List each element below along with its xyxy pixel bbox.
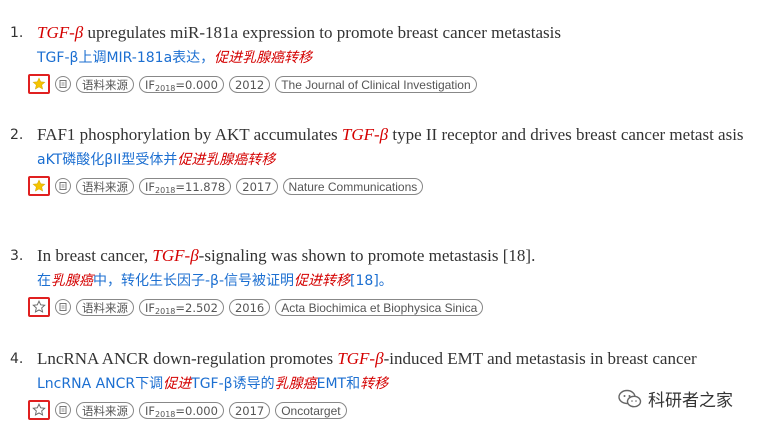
- result-number: 3.: [10, 248, 24, 264]
- title-highlight: TGF-β: [37, 23, 84, 42]
- journal-tag[interactable]: Oncotarget: [275, 401, 347, 419]
- translation-highlight: 促进乳腺癌转移: [177, 152, 276, 168]
- journal-tag[interactable]: The Journal of Clinical Investigation: [275, 75, 477, 93]
- impact-factor-tag: IF2018=0.000: [139, 75, 224, 93]
- source-tag[interactable]: 语料来源: [76, 401, 134, 419]
- translation-highlight: 转移: [360, 376, 389, 392]
- translation-text: 中，转化生长因子-β-信号被证明: [93, 273, 295, 289]
- title-highlight: TGF-β: [341, 125, 389, 144]
- journal-tag[interactable]: Nature Communications: [282, 177, 424, 195]
- result-title[interactable]: In breast cancer, TGF-β-signaling was sh…: [37, 245, 765, 266]
- impact-factor-tag: IF2018=11.878: [139, 177, 232, 195]
- if-value: =0.000: [175, 77, 218, 92]
- favorite-star-button[interactable]: [28, 176, 50, 196]
- translation-text: TGF-β上调MIR-181a表达，: [37, 50, 215, 66]
- title-text: In breast cancer,: [37, 246, 153, 265]
- copy-button[interactable]: [55, 299, 71, 315]
- if-label: IF: [145, 403, 156, 418]
- title-highlight: TGF-β: [152, 246, 199, 265]
- title-text: type II receptor and drives breast cance…: [388, 125, 744, 144]
- title-text: -signaling was shown to promote metastas…: [198, 246, 536, 265]
- impact-factor-tag: IF2018=2.502: [139, 298, 224, 316]
- copy-icon: [59, 182, 67, 190]
- translation-text: [18]。: [350, 273, 393, 289]
- translation-highlight: 促进: [163, 376, 192, 392]
- result-number: 2.: [10, 127, 24, 143]
- search-results-page: 1. TGF-β upregulates miR-181a expression…: [0, 0, 772, 431]
- translation-highlight: 促进转移: [294, 273, 351, 289]
- if-label: IF: [145, 300, 156, 315]
- if-value: =0.000: [175, 403, 218, 418]
- result-number: 1.: [10, 25, 24, 41]
- title-text: FAF1 phosphorylation by AKT accumulates: [37, 125, 342, 144]
- title-text: upregulates miR-181a expression to promo…: [83, 23, 562, 42]
- result-title[interactable]: LncRNA ANCR down-regulation promotes TGF…: [37, 348, 765, 369]
- title-text: LncRNA ANCR down-regulation promotes: [37, 349, 338, 368]
- result-translation[interactable]: TGF-β上调MIR-181a表达，促进乳腺癌转移: [37, 49, 765, 67]
- copy-icon: [59, 406, 67, 414]
- result-item: 3. In breast cancer, TGF-β-signaling was…: [10, 245, 765, 318]
- result-title[interactable]: FAF1 phosphorylation by AKT accumulates …: [37, 124, 765, 145]
- result-number: 4.: [10, 351, 24, 367]
- favorite-star-button[interactable]: [28, 74, 50, 94]
- result-translation[interactable]: 在乳腺癌中，转化生长因子-β-信号被证明促进转移[18]。: [37, 272, 765, 290]
- translation-text: 在: [37, 273, 51, 289]
- result-translation[interactable]: aKT磷酸化βII型受体并促进乳腺癌转移: [37, 151, 765, 169]
- translation-text: aKT磷酸化βII型受体并: [37, 152, 178, 168]
- source-tag[interactable]: 语料来源: [76, 75, 134, 93]
- if-label: IF: [145, 77, 156, 92]
- if-value: =11.878: [175, 179, 226, 194]
- result-meta: 语料来源 IF2018=0.000 2012 The Journal of Cl…: [28, 73, 765, 95]
- result-item: 2. FAF1 phosphorylation by AKT accumulat…: [10, 124, 765, 197]
- year-tag: 2016: [228, 298, 271, 316]
- source-tag[interactable]: 语料来源: [76, 298, 134, 316]
- result-title[interactable]: TGF-β upregulates miR-181a expression to…: [37, 22, 765, 43]
- translation-text: LncRNA ANCR下调: [37, 376, 164, 392]
- if-value: =2.502: [175, 300, 218, 315]
- translation-highlight: 乳腺癌: [51, 273, 93, 289]
- copy-button[interactable]: [55, 402, 71, 418]
- year-tag: 2017: [236, 177, 278, 195]
- if-label: IF: [145, 179, 156, 194]
- if-year: 2018: [155, 306, 176, 316]
- if-year: 2018: [155, 83, 176, 93]
- copy-button[interactable]: [55, 178, 71, 194]
- result-meta: 语料来源 IF2018=11.878 2017 Nature Communica…: [28, 175, 765, 197]
- favorite-star-button[interactable]: [28, 297, 50, 317]
- if-year: 2018: [155, 409, 176, 419]
- year-tag: 2012: [228, 75, 271, 93]
- year-tag: 2017: [228, 401, 271, 419]
- star-outline-icon: [32, 403, 46, 416]
- if-year: 2018: [155, 185, 176, 195]
- wechat-icon: [618, 389, 642, 407]
- translation-text: TGF-β诱导的: [191, 376, 275, 392]
- title-text: -induced EMT and metastasis in breast ca…: [383, 349, 697, 368]
- watermark: 科研者之家: [618, 386, 733, 411]
- journal-tag[interactable]: Acta Biochimica et Biophysica Sinica: [275, 298, 484, 316]
- translation-text: EMT和: [316, 376, 361, 392]
- translation-highlight: 促进乳腺癌转移: [214, 50, 313, 66]
- result-meta: 语料来源 IF2018=2.502 2016 Acta Biochimica e…: [28, 296, 765, 318]
- source-tag[interactable]: 语料来源: [76, 177, 134, 195]
- impact-factor-tag: IF2018=0.000: [139, 401, 224, 419]
- copy-icon: [59, 303, 67, 311]
- result-item: 1. TGF-β upregulates miR-181a expression…: [10, 22, 765, 95]
- favorite-star-button[interactable]: [28, 400, 50, 420]
- copy-button[interactable]: [55, 76, 71, 92]
- star-filled-icon: [32, 179, 46, 192]
- star-outline-icon: [32, 300, 46, 313]
- translation-highlight: 乳腺癌: [274, 376, 317, 392]
- copy-icon: [59, 80, 67, 88]
- watermark-text: 科研者之家: [648, 391, 733, 411]
- title-highlight: TGF-β: [337, 349, 384, 368]
- star-filled-icon: [32, 77, 46, 90]
